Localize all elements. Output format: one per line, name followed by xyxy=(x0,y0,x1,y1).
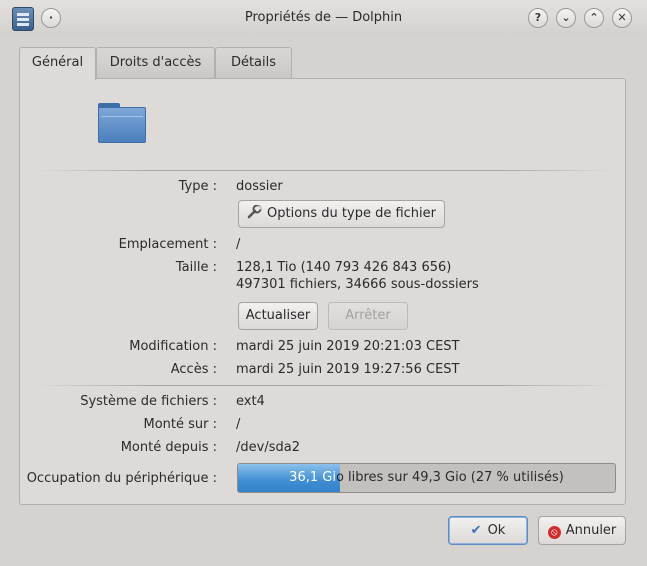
window-title: Propriétés de — Dolphin xyxy=(244,10,403,25)
disk-usage-text: 36,1 Gio libres sur 49,3 Gio (27 % utili… xyxy=(289,470,564,485)
file-type-options-label: Options du type de fichier xyxy=(267,206,436,221)
check-icon: ✔ xyxy=(470,523,482,538)
file-type-options-button[interactable]: Options du type de fichier xyxy=(238,200,445,228)
ok-button[interactable]: ✔ Ok xyxy=(448,516,528,545)
accessed-label: Accès : xyxy=(170,362,217,377)
accessed-value: mardi 25 juin 2019 19:27:56 CEST xyxy=(236,362,460,377)
usage-label: Occupation du périphérique : xyxy=(26,471,217,486)
cancel-icon: ⦸ xyxy=(547,526,561,539)
cancel-button[interactable]: ⦸ Annuler xyxy=(538,516,626,545)
minimize-button[interactable]: ⌄ xyxy=(556,8,576,28)
tab-access-rights[interactable]: Droits d'accès xyxy=(96,47,215,79)
size-label: Taille : xyxy=(175,260,217,275)
filesystem-label: Système de fichiers : xyxy=(80,394,217,409)
help-button[interactable]: ? xyxy=(528,8,548,28)
mounted-from-label: Monté depuis : xyxy=(120,440,217,455)
refresh-button[interactable]: Actualiser xyxy=(238,302,318,330)
tab-details[interactable]: Détails xyxy=(215,47,292,79)
mounted-from-value: /dev/sda2 xyxy=(236,440,300,455)
location-label: Emplacement : xyxy=(118,237,217,252)
mounted-on-label: Monté sur : xyxy=(143,417,217,432)
folder-icon xyxy=(98,103,146,143)
close-button[interactable]: ✕ xyxy=(612,8,632,28)
maximize-button[interactable]: ⌃ xyxy=(584,8,604,28)
separator xyxy=(36,170,614,171)
size-value: 128,1 Tio (140 793 426 843 656) xyxy=(236,260,452,275)
modified-label: Modification : xyxy=(129,339,217,354)
stop-button[interactable]: Arrêter xyxy=(328,302,408,330)
type-value: dossier xyxy=(236,179,283,194)
disk-usage-bar: 36,1 Gio libres sur 49,3 Gio (27 % utili… xyxy=(237,463,616,493)
title-bar: · Propriétés de — Dolphin ? ⌄ ⌃ ✕ xyxy=(0,0,647,36)
cancel-label: Annuler xyxy=(565,523,617,538)
filesystem-value: ext4 xyxy=(236,394,265,409)
mounted-on-value: / xyxy=(236,417,241,432)
separator xyxy=(36,385,614,386)
type-label: Type : xyxy=(178,179,217,194)
modified-value: mardi 25 juin 2019 20:21:03 CEST xyxy=(236,339,460,354)
wrench-icon xyxy=(247,203,263,219)
size-detail: 497301 fichiers, 34666 sous-dossiers xyxy=(236,277,479,292)
location-value: / xyxy=(236,237,241,252)
ok-label: Ok xyxy=(487,523,506,538)
tab-general[interactable]: Général xyxy=(19,47,96,80)
